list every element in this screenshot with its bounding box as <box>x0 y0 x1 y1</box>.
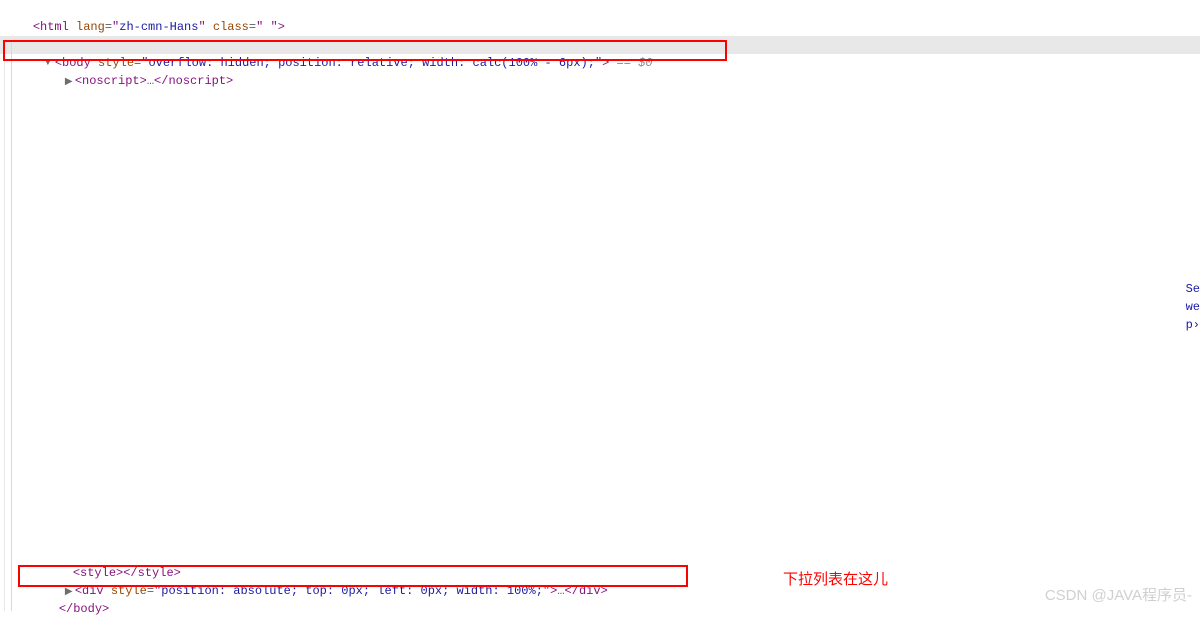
dom-node-div[interactable]: ▶<div style="position: absolute; top: 0p… <box>0 564 1200 582</box>
expand-arrow-icon[interactable]: ▶ <box>65 74 75 92</box>
tree-guide-line <box>0 40 12 611</box>
dom-node-body[interactable]: ▼<body style="overflow: hidden; position… <box>0 36 1200 54</box>
watermark-text: CSDN @JAVA程序员- <box>1045 584 1192 605</box>
side-panel-cut: Se we p› <box>1186 280 1200 334</box>
side-cut-line: we <box>1186 298 1200 316</box>
dom-node-html[interactable]: <html lang="zh-cmn-Hans" class=" "> <box>0 0 1200 18</box>
side-cut-line: p› <box>1186 316 1200 334</box>
dom-node-head[interactable]: ▶<head>…</head> <box>0 18 1200 36</box>
dom-node-style[interactable]: <style></style> <box>0 546 1200 564</box>
dom-node-body-close[interactable]: </body> <box>0 582 1200 600</box>
dom-node-noscript[interactable]: ▶<noscript>…</noscript> <box>0 54 1200 72</box>
side-cut-line: Se <box>1186 280 1200 298</box>
annotation-label: 下拉列表在这儿 <box>783 568 888 589</box>
tree-spacer <box>0 72 1200 546</box>
dom-tree-panel: <html lang="zh-cmn-Hans" class=" "> ▶<he… <box>0 0 1200 611</box>
